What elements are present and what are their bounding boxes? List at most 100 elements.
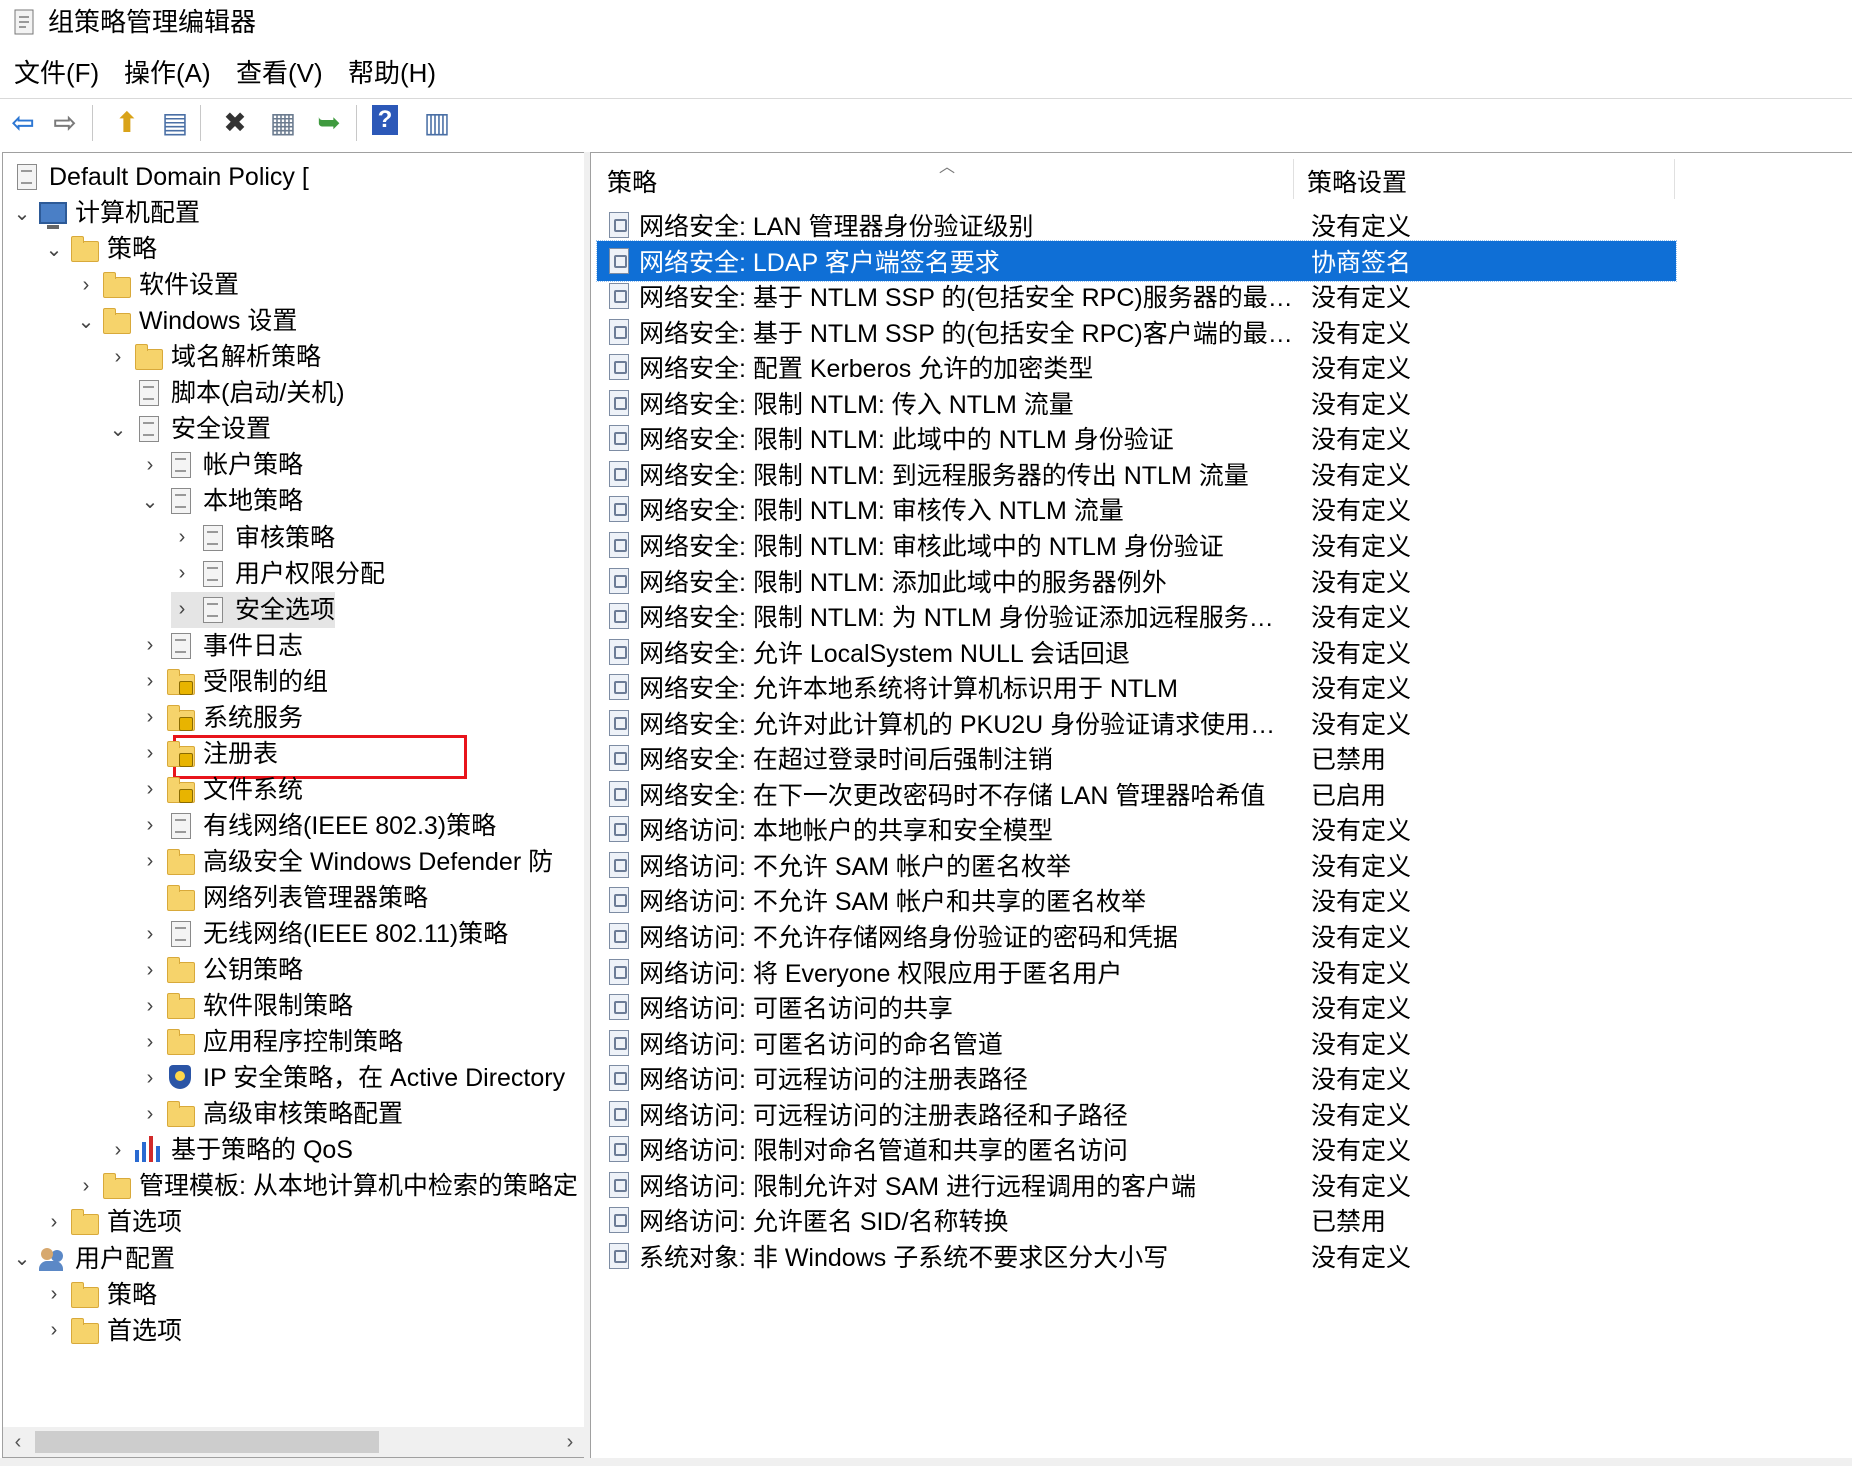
tree-wireless-network[interactable]: › 无线网络(IEEE 802.11)策略 [139,916,509,952]
expand-chevron-icon[interactable]: › [139,628,161,664]
scroll-thumb[interactable] [35,1431,379,1453]
policy-list[interactable]: ︿ 策略 策略设置 网络安全: LAN 管理器身份验证级别 没有定义 网络安全: L… [590,152,1852,1460]
policy-row[interactable]: 网络访问: 可远程访问的注册表路径和子路径 没有定义 [597,1094,1676,1134]
policy-row[interactable]: 网络安全: 基于 NTLM SSP 的(包括安全 RPC)服务器的最小... 没有… [597,276,1676,316]
menu-help[interactable]: 帮助(H) [344,56,440,90]
tree-ip-security[interactable]: › IP 安全策略，在 Active Directory [139,1060,565,1096]
tree-software-restriction[interactable]: › 软件限制策略 [139,988,353,1024]
collapse-chevron-icon[interactable]: ⌄ [107,411,129,447]
delete-icon[interactable]: ✖ [218,105,252,139]
tree-restricted-groups[interactable]: › 受限制的组 [139,664,328,700]
policy-row[interactable]: 网络安全: 限制 NTLM: 审核此域中的 NTLM 身份验证 没有定义 [597,525,1676,565]
tree-file-system[interactable]: › 文件系统 [139,772,303,808]
menu-file[interactable]: 文件(F) [10,56,103,90]
expand-chevron-icon[interactable]: › [139,1096,161,1132]
expand-chevron-icon[interactable]: › [171,556,193,592]
policy-row[interactable]: 网络安全: 在超过登录时间后强制注销 已禁用 [597,738,1676,778]
forward-icon[interactable]: ⇨ [48,105,82,139]
expand-chevron-icon[interactable]: › [107,339,129,375]
column-header-setting[interactable]: 策略设置 [1307,167,1407,199]
back-icon[interactable]: ⇦ [6,105,40,139]
expand-chevron-icon[interactable]: › [139,700,161,736]
tree-wired-network[interactable]: › 有线网络(IEEE 802.3)策略 [139,808,496,844]
expand-chevron-icon[interactable]: › [107,1132,129,1168]
policy-row[interactable]: 网络访问: 本地帐户的共享和安全模型 没有定义 [597,809,1676,849]
policy-row[interactable]: 网络安全: LAN 管理器身份验证级别 没有定义 [597,205,1676,245]
policy-row[interactable]: 网络访问: 可匿名访问的命名管道 没有定义 [597,1023,1676,1063]
policy-row[interactable]: 网络安全: LDAP 客户端签名要求 协商签名 [596,239,1677,282]
expand-chevron-icon[interactable]: › [139,664,161,700]
tree-computer-config[interactable]: ⌄ 计算机配置 [11,195,200,231]
expand-chevron-icon[interactable]: › [139,952,161,988]
column-divider[interactable] [1674,159,1675,199]
tree-security-settings[interactable]: ⌄ 安全设置 [107,411,271,447]
tree-scripts[interactable]: 脚本(启动/关机) [107,375,345,411]
scroll-left-icon[interactable]: ‹ [3,1427,33,1457]
expand-chevron-icon[interactable]: › [139,736,161,772]
tree-advanced-audit[interactable]: › 高级审核策略配置 [139,1096,403,1132]
policy-row[interactable]: 网络访问: 不允许存储网络身份验证的密码和凭据 没有定义 [597,916,1676,956]
expand-chevron-icon[interactable]: › [171,592,193,628]
tree-horizontal-scrollbar[interactable]: ‹ › [3,1427,585,1457]
policy-row[interactable]: 网络安全: 基于 NTLM SSP 的(包括安全 RPC)客户端的最小... 没有… [597,312,1676,352]
tree-user-config[interactable]: ⌄ 用户配置 [11,1241,175,1277]
tree-software-settings[interactable]: › 软件设置 [75,267,239,303]
collapse-chevron-icon[interactable]: ⌄ [43,231,65,267]
tree-app-control[interactable]: › 应用程序控制策略 [139,1024,403,1060]
properties-icon[interactable]: ▦ [266,105,300,139]
policy-row[interactable]: 网络访问: 不允许 SAM 帐户的匿名枚举 没有定义 [597,845,1676,885]
policy-row[interactable]: 网络访问: 限制对命名管道和共享的匿名访问 没有定义 [597,1129,1676,1169]
expand-chevron-icon[interactable]: › [139,916,161,952]
console-tree[interactable]: ‹ › Default Domain Policy [⌄ 计算机配置 ⌄ 策略 › 软件设… [2,152,586,1458]
tree-computer-preferences[interactable]: › 首选项 [43,1204,182,1240]
policy-row[interactable]: 网络安全: 限制 NTLM: 添加此域中的服务器例外 没有定义 [597,561,1676,601]
scroll-right-icon[interactable]: › [555,1427,585,1457]
expand-chevron-icon[interactable]: › [43,1313,65,1349]
tree-audit-policy[interactable]: › 审核策略 [171,520,335,556]
column-header-policy[interactable]: 策略 [607,167,657,199]
policy-row[interactable]: 网络安全: 允许本地系统将计算机标识用于 NTLM 没有定义 [597,667,1676,707]
policy-row[interactable]: 网络安全: 限制 NTLM: 审核传入 NTLM 流量 没有定义 [597,489,1676,529]
expand-chevron-icon[interactable]: › [43,1277,65,1313]
expand-chevron-icon[interactable]: › [139,1024,161,1060]
tree-user-preferences[interactable]: › 首选项 [43,1313,182,1349]
tree-windows-settings[interactable]: ⌄ Windows 设置 [75,303,298,339]
column-divider[interactable] [1293,159,1294,199]
policy-row[interactable]: 网络访问: 可匿名访问的共享 没有定义 [597,987,1676,1027]
policy-row[interactable]: 系统对象: 非 Windows 子系统不要求区分大小写 没有定义 [597,1236,1676,1276]
expand-chevron-icon[interactable]: › [139,447,161,483]
tree-admin-templates[interactable]: › 管理模板: 从本地计算机中检索的策略定 [75,1168,578,1204]
policy-row[interactable]: 网络安全: 允许 LocalSystem NULL 会话回退 没有定义 [597,632,1676,672]
expand-chevron-icon[interactable]: › [139,1060,161,1096]
tree-user-rights[interactable]: › 用户权限分配 [171,556,385,592]
policy-row[interactable]: 网络安全: 限制 NTLM: 此域中的 NTLM 身份验证 没有定义 [597,418,1676,458]
policy-row[interactable]: 网络访问: 将 Everyone 权限应用于匿名用户 没有定义 [597,952,1676,992]
expand-chevron-icon[interactable]: › [139,844,161,880]
expand-chevron-icon[interactable]: › [43,1204,65,1240]
menu-view[interactable]: 查看(V) [232,56,327,90]
view-icon[interactable]: ▥ [420,105,454,139]
expand-chevron-icon[interactable]: › [139,772,161,808]
policy-row[interactable]: 网络安全: 限制 NTLM: 传入 NTLM 流量 没有定义 [597,383,1676,423]
tree-network-list-manager[interactable]: 网络列表管理器策略 [139,880,428,916]
policy-row[interactable]: 网络安全: 限制 NTLM: 到远程服务器的传出 NTLM 流量 没有定义 [597,454,1676,494]
policy-row[interactable]: 网络访问: 限制允许对 SAM 进行远程调用的客户端 没有定义 [597,1165,1676,1205]
policy-row[interactable]: 网络访问: 可远程访问的注册表路径 没有定义 [597,1058,1676,1098]
collapse-chevron-icon[interactable]: ⌄ [11,1241,33,1277]
tree-qos[interactable]: › 基于策略的 QoS [107,1132,353,1168]
policy-row[interactable]: 网络安全: 配置 Kerberos 允许的加密类型 没有定义 [597,347,1676,387]
help-icon[interactable]: ? [372,105,398,135]
policy-row[interactable]: 网络安全: 在下一次更改密码时不存储 LAN 管理器哈希值 已启用 [597,774,1676,814]
collapse-chevron-icon[interactable]: ⌄ [139,483,161,519]
tree-root-default-domain-policy[interactable]: Default Domain Policy [ [3,159,309,195]
policy-row[interactable]: 网络安全: 允许对此计算机的 PKU2U 身份验证请求使用联机... 没有定义 [597,703,1676,743]
tree-local-policies[interactable]: ⌄ 本地策略 [139,483,303,519]
collapse-chevron-icon[interactable]: ⌄ [75,303,97,339]
expand-chevron-icon[interactable]: › [75,267,97,303]
tree-public-key[interactable]: › 公钥策略 [139,952,303,988]
expand-chevron-icon[interactable]: › [75,1168,97,1204]
expand-chevron-icon[interactable]: › [171,520,193,556]
policy-row[interactable]: 网络访问: 不允许 SAM 帐户和共享的匿名枚举 没有定义 [597,880,1676,920]
tree-registry[interactable]: › 注册表 [139,736,278,772]
up-folder-icon[interactable]: ⬆ [110,105,144,139]
